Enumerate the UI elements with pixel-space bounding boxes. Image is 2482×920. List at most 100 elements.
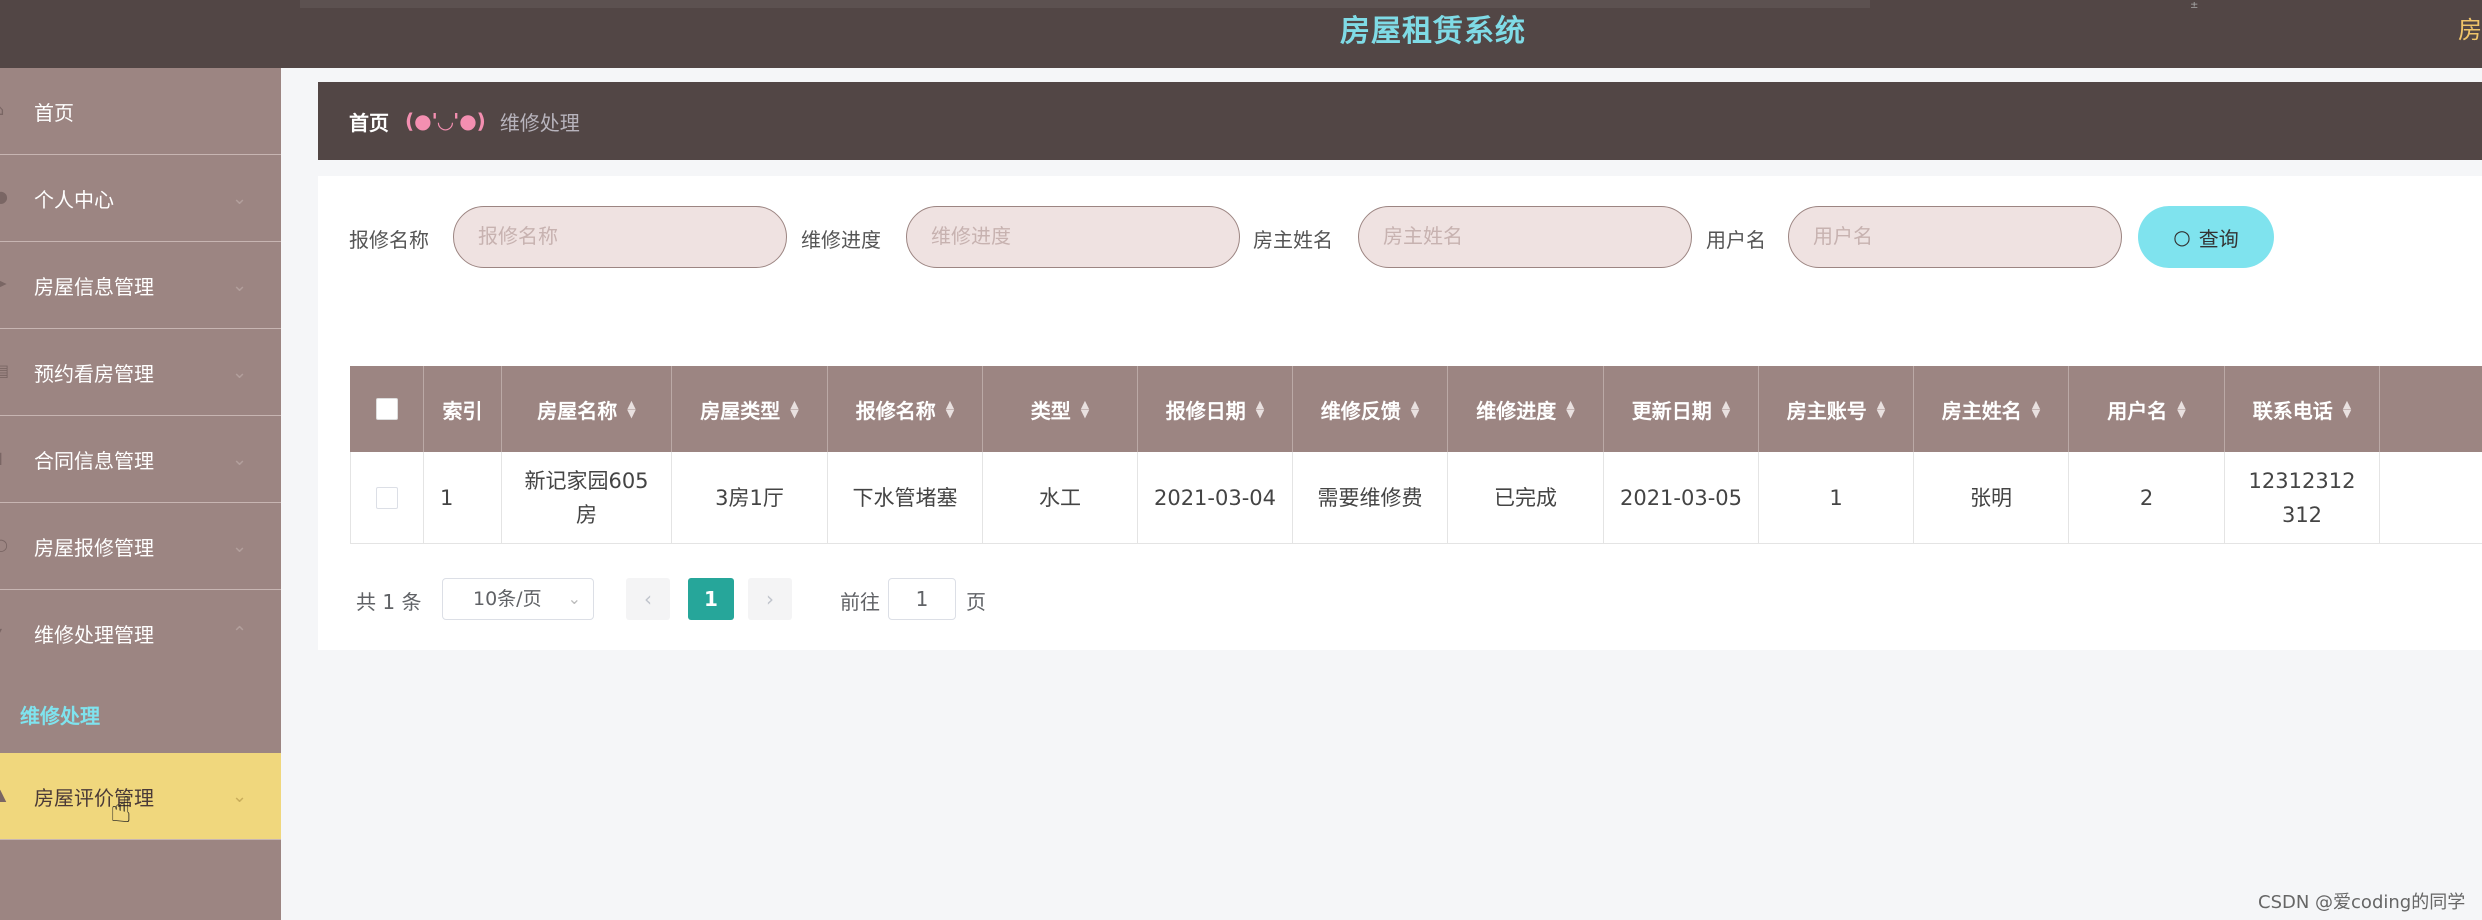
sidebar-item-house-info[interactable]: ➤ 房屋信息管理 ⌄ xyxy=(0,242,281,329)
sidebar-item-personal[interactable]: ● 个人中心 ⌄ xyxy=(0,155,281,242)
table-cell: 2 xyxy=(2069,452,2225,543)
sidebar-item-label: 预约看房管理 xyxy=(34,361,154,386)
chevron-down-icon: ⌄ xyxy=(232,448,248,470)
chevron-down-icon: ⌄ xyxy=(232,187,248,209)
sidebar-item-repair[interactable]: ○ 房屋报修管理 ⌄ xyxy=(0,503,281,590)
sort-icon[interactable]: ▲ ▼ xyxy=(946,399,954,419)
table-cell: 2021-03-05 xyxy=(1604,452,1759,543)
chevron-down-icon: ⌄ xyxy=(567,589,581,608)
column-header[interactable]: 房屋类型 ▲ ▼ xyxy=(672,366,828,452)
send-icon: ➤ xyxy=(0,274,8,293)
sidebar-item-review[interactable]: ▲ 房屋评价管理 ⌄ xyxy=(0,753,281,840)
sidebar-item-contract[interactable]: ▮ 合同信息管理 ⌄ xyxy=(0,416,281,503)
column-header[interactable]: 维修进度 ▲ ▼ xyxy=(1448,366,1604,452)
chevron-left-icon: ‹ xyxy=(644,587,652,611)
column-header: 索引 xyxy=(424,366,502,452)
row-select[interactable] xyxy=(351,452,424,543)
search-input-repair-name[interactable]: 报修名称 xyxy=(453,206,787,268)
table-cell: 1 xyxy=(1759,452,1914,543)
sort-icon[interactable]: ▲ ▼ xyxy=(1566,399,1574,419)
sidebar-item-label: 房屋评价管理 xyxy=(34,785,154,810)
search-label-username: 用户名 xyxy=(1706,228,1766,252)
table-cell: 12312312312 xyxy=(2225,452,2380,543)
search-input-username[interactable]: 用户名 xyxy=(1788,206,2122,268)
breadcrumb-home[interactable]: 首页 xyxy=(349,107,389,136)
column-header[interactable]: 房屋名称 ▲ ▼ xyxy=(502,366,672,452)
column-header[interactable]: 房主账号 ▲ ▼ xyxy=(1759,366,1914,452)
search-label-progress: 维修进度 xyxy=(801,228,881,252)
page-number-current[interactable]: 1 xyxy=(688,578,734,620)
sidebar-item-maintenance[interactable]: ▾ 维修处理管理 ⌃ xyxy=(0,590,281,677)
sidebar-item-label: 房屋报修管理 xyxy=(34,535,154,560)
top-header: ± 房屋租赁系统 房 xyxy=(0,0,2482,68)
search-input-progress[interactable]: 维修进度 xyxy=(906,206,1240,268)
column-header[interactable]: 报修日期 ▲ ▼ xyxy=(1138,366,1293,452)
sidebar-item-booking[interactable]: ▤ 预约看房管理 ⌄ xyxy=(0,329,281,416)
breadcrumb-separator: (●'◡'●) xyxy=(405,109,486,133)
goto-page-input[interactable]: 1 xyxy=(888,578,956,620)
sidebar-item-home[interactable]: ⌂ 首页 xyxy=(0,68,281,155)
table-row[interactable]: 1 新记家园605房 3房1厅 下水管堵塞 水工 2021-03-04 需要维修… xyxy=(350,452,2482,544)
sort-icon[interactable]: ▲ ▼ xyxy=(627,399,635,419)
column-header[interactable]: 报修名称 ▲ ▼ xyxy=(828,366,983,452)
hand-cursor-icon: ☝ xyxy=(110,790,132,831)
sort-icon[interactable]: ▲ ▼ xyxy=(1081,399,1089,419)
sort-icon[interactable]: ▲ ▼ xyxy=(1877,399,1885,419)
sidebar-item-label: 个人中心 xyxy=(34,187,114,212)
user-icon: ● xyxy=(0,187,8,206)
next-page-button[interactable]: › xyxy=(748,578,792,620)
column-header[interactable]: 类型 ▲ ▼ xyxy=(983,366,1138,452)
chevron-down-icon: ⌄ xyxy=(232,785,248,807)
column-header[interactable]: 更新日期 ▲ ▼ xyxy=(1604,366,1759,452)
column-header[interactable]: 联系电话 ▲ ▼ xyxy=(2225,366,2380,452)
search-label-repair-name: 报修名称 xyxy=(349,228,429,252)
pagination-total: 共 1 条 xyxy=(356,590,422,614)
sidebar-subitem-maintenance[interactable]: 维修处理 xyxy=(0,684,281,744)
chevron-up-icon: ⌃ xyxy=(232,623,248,644)
chevron-right-icon: › xyxy=(766,587,774,611)
watermark: CSDN @爱coding的同学 xyxy=(2258,892,2466,913)
table-cell: 已完成 xyxy=(1448,452,1604,543)
cart-icon: ▾ xyxy=(0,624,10,640)
checkbox-icon[interactable] xyxy=(375,398,398,420)
chevron-down-icon: ⌄ xyxy=(232,361,248,383)
sidebar-item-label: 维修处理管理 xyxy=(34,623,154,647)
checkbox-icon[interactable] xyxy=(376,486,398,509)
sort-icon[interactable]: ▲ ▼ xyxy=(1722,399,1730,419)
column-header[interactable]: 维修反馈 ▲ ▼ xyxy=(1293,366,1448,452)
query-button[interactable]: ○ 查询 xyxy=(2138,206,2274,268)
column-header[interactable]: 房主姓名 ▲ ▼ xyxy=(1914,366,2069,452)
bank-icon: ▲ xyxy=(0,785,7,804)
search-icon: ○ xyxy=(2173,225,2191,249)
breadcrumb: 首页 (●'◡'●) 维修处理 xyxy=(318,82,2482,160)
chevron-down-icon: ⌄ xyxy=(232,535,248,557)
table-cell: 水工 xyxy=(983,452,1138,543)
sidebar-item-label: 房屋信息管理 xyxy=(34,274,154,299)
goto-unit: 页 xyxy=(966,590,986,614)
column-header[interactable]: 用户名 ▲ ▼ xyxy=(2069,366,2225,452)
sort-icon[interactable]: ▲ ▼ xyxy=(790,399,798,419)
table-cell: 1 xyxy=(424,452,502,543)
search-label-owner-name: 房主姓名 xyxy=(1253,228,1333,252)
sidebar-subitem-label: 维修处理 xyxy=(20,703,100,728)
table-cell: 张明 xyxy=(1914,452,2069,543)
table-cell: 2021-03-04 xyxy=(1138,452,1293,543)
sort-icon[interactable]: ▲ ▼ xyxy=(1411,399,1419,419)
sort-icon[interactable]: ▲ ▼ xyxy=(1256,399,1264,419)
sort-icon[interactable]: ▲ ▼ xyxy=(2177,399,2185,419)
search-form: 报修名称 报修名称 维修进度 维修进度 房主姓名 房主姓名 用户名 用户名 ○ … xyxy=(318,206,2482,268)
sort-icon[interactable]: ▲ ▼ xyxy=(2343,399,2351,419)
chart-icon: ▮ xyxy=(0,450,10,466)
breadcrumb-current: 维修处理 xyxy=(499,110,580,135)
chevron-down-icon: ⌄ xyxy=(232,274,248,296)
prev-page-button[interactable]: ‹ xyxy=(626,578,670,620)
query-button-label: 查询 xyxy=(2198,226,2239,251)
table-cell: 下水管堵塞 xyxy=(828,452,983,543)
search-input-owner-name[interactable]: 房主姓名 xyxy=(1358,206,1692,268)
table-cell: 需要维修费 xyxy=(1293,452,1448,543)
sidebar: ⌂ 首页 ● 个人中心 ⌄ ➤ 房屋信息管理 ⌄ ▤ 预约看房管理 ⌄ ▮ 合同… xyxy=(0,68,281,920)
header-select-all[interactable] xyxy=(350,366,424,452)
page-size-select[interactable]: 10条/页 ⌄ xyxy=(442,578,594,620)
sort-icon[interactable]: ▲ ▼ xyxy=(2032,399,2040,419)
home-icon: ⌂ xyxy=(0,102,10,118)
